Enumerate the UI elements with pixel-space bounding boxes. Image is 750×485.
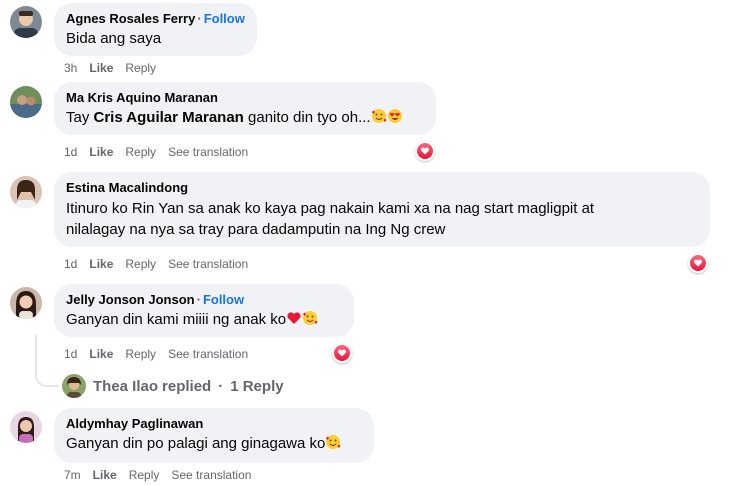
comment-actions: 3h Like Reply: [64, 60, 156, 76]
replied-text: replied: [162, 377, 212, 395]
replier-name: Thea Ilao: [93, 377, 159, 395]
comment-time[interactable]: 7m: [64, 467, 81, 483]
separator-dot: ·: [197, 11, 202, 26]
see-translation-link[interactable]: See translation: [171, 467, 251, 483]
comment-text: Bida ang saya: [66, 30, 162, 47]
comment-time[interactable]: 1d: [64, 346, 77, 362]
red-heart-emoji: [287, 312, 301, 324]
comment-actions: 1d Like Reply See translation: [64, 346, 248, 362]
like-button[interactable]: Like: [89, 60, 113, 76]
comment-text: Ganyan din po palagi ang ginagawa ko: [66, 434, 362, 454]
like-button[interactable]: Like: [93, 467, 117, 483]
comment-text-body: Ganyan din kami miiii ng anak ko: [66, 311, 287, 328]
comment-text: Tay Cris Aguilar Maranan ganito din tyo …: [66, 108, 424, 128]
comment-bubble: Jelly Jonson Jonson · Follow Ganyan din ka…: [54, 284, 354, 337]
heart-reaction-icon[interactable]: [415, 141, 435, 161]
comment-author[interactable]: Jelly Jonson Jonson: [66, 292, 195, 307]
comment-text-body: Ganyan din po palagi ang ginagawa ko: [66, 435, 326, 452]
comment-time[interactable]: 1d: [64, 256, 77, 272]
follow-button[interactable]: Follow: [204, 11, 245, 26]
comment-text: Itinuro ko Rin Yan sa anak ko kaya pag n…: [66, 198, 698, 240]
avatar[interactable]: [10, 411, 42, 443]
thread-connector: [35, 335, 59, 387]
avatar[interactable]: [10, 287, 42, 319]
reply-button[interactable]: Reply: [125, 346, 156, 362]
like-button[interactable]: Like: [89, 346, 113, 362]
view-replies-link[interactable]: Thea Ilao replied · 1 Reply: [62, 374, 284, 398]
see-translation-link[interactable]: See translation: [168, 256, 248, 272]
comment-text-suffix: ganito din tyo oh...: [248, 109, 371, 126]
comment-text-prefix: Tay: [66, 109, 90, 126]
reply-button[interactable]: Reply: [129, 467, 160, 483]
follow-button[interactable]: Follow: [203, 292, 244, 307]
comment-bubble: Ma Kris Aquino Maranan Tay Cris Aguilar …: [54, 82, 436, 135]
reply-count: 1 Reply: [230, 377, 284, 395]
comment-author[interactable]: Agnes Rosales Ferry: [66, 11, 195, 26]
see-translation-link[interactable]: See translation: [168, 144, 248, 160]
comment-author[interactable]: Estina Macalindong: [66, 180, 698, 196]
comment-actions: 1d Like Reply See translation: [64, 144, 248, 160]
smiling-face-with-hearts-emoji: [326, 435, 341, 449]
comment-author[interactable]: Ma Kris Aquino Maranan: [66, 90, 424, 106]
comment-time[interactable]: 3h: [64, 60, 77, 76]
separator-dot: ·: [218, 377, 224, 395]
separator-dot: ·: [196, 292, 201, 307]
smiling-face-with-hearts-emoji: [371, 109, 387, 123]
comment-bubble: Agnes Rosales Ferry · Follow Bida ang saya: [54, 3, 257, 56]
reply-button[interactable]: Reply: [125, 144, 156, 160]
see-translation-link[interactable]: See translation: [168, 346, 248, 362]
comment-author[interactable]: Aldymhay Paglinawan: [66, 416, 362, 432]
mention-link[interactable]: Cris Aguilar Maranan: [94, 109, 244, 126]
heart-reaction-icon[interactable]: [332, 343, 352, 363]
avatar[interactable]: [10, 176, 42, 208]
comment-text-line: Itinuro ko Rin Yan sa anak ko kaya pag n…: [66, 200, 595, 217]
like-button[interactable]: Like: [89, 144, 113, 160]
smiling-face-with-hearts-emoji: [303, 311, 318, 325]
avatar[interactable]: [10, 86, 42, 118]
comment-bubble: Estina Macalindong Itinuro ko Rin Yan sa…: [54, 172, 710, 247]
reply-button[interactable]: Reply: [125, 60, 156, 76]
comment-text: Ganyan din kami miiii ng anak ko: [66, 310, 342, 330]
like-button[interactable]: Like: [89, 256, 113, 272]
comment-actions: 7m Like Reply See translation: [64, 467, 251, 483]
heart-reaction-icon[interactable]: [688, 253, 708, 273]
comment-actions: 1d Like Reply See translation: [64, 256, 248, 272]
reply-button[interactable]: Reply: [125, 256, 156, 272]
comment-bubble: Aldymhay Paglinawan Ganyan din po palagi…: [54, 408, 374, 463]
comment-author-row: Jelly Jonson Jonson · Follow: [66, 292, 342, 308]
avatar: [62, 374, 86, 398]
heart-eyes-emoji: [387, 109, 402, 123]
comment-text-line: nilalagay na nya sa tray para dadamputin…: [66, 221, 446, 238]
avatar[interactable]: [10, 6, 42, 38]
comment-author-row: Agnes Rosales Ferry · Follow: [66, 11, 245, 27]
comment-time[interactable]: 1d: [64, 144, 77, 160]
